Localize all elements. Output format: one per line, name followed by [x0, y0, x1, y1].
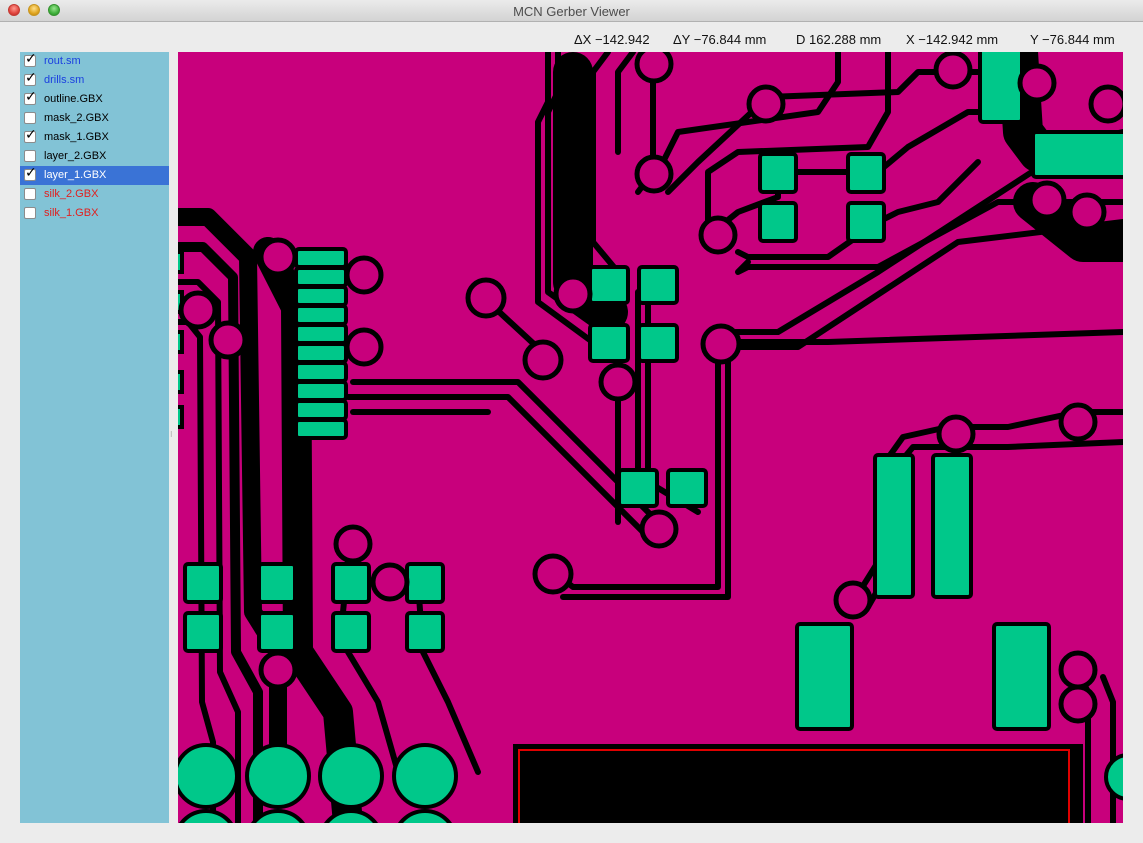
checkmark-icon: ✓ — [25, 69, 37, 85]
layer-row-outline[interactable]: ✓ outline.GBX — [20, 89, 169, 109]
layer-row-silk-2[interactable]: silk_2.GBX — [20, 185, 169, 204]
title-bar: MCN Gerber Viewer — [0, 0, 1143, 22]
layer-label: rout.sm — [44, 55, 81, 67]
coordinate-readout: ΔX −142.942 ΔY −76.844 mm D 162.288 mm X… — [0, 32, 1143, 50]
split-view-handle[interactable]: ⁝ — [170, 430, 176, 440]
layer-checkbox[interactable]: ✓ — [24, 89, 37, 105]
layer-checkbox[interactable] — [24, 112, 36, 124]
layer-checkbox[interactable] — [24, 207, 36, 219]
distance-readout: D 162.288 mm — [796, 32, 882, 47]
layer-checkbox[interactable] — [24, 150, 36, 162]
gerber-canvas[interactable] — [178, 52, 1123, 823]
layer-row-layer-2[interactable]: layer_2.GBX — [20, 147, 169, 166]
y-readout: Y −76.844 mm — [1030, 32, 1115, 47]
checkmark-icon: ✓ — [25, 50, 37, 66]
layer-row-mask-1[interactable]: ✓ mask_1.GBX — [20, 127, 169, 147]
checkmark-icon: ✓ — [25, 88, 37, 104]
layer-label: mask_1.GBX — [44, 131, 109, 143]
layer-checkbox[interactable]: ✓ — [24, 165, 37, 181]
x-readout: X −142.942 mm — [906, 32, 999, 47]
delta-y-readout: ΔY −76.844 mm — [673, 32, 767, 47]
layer-row-rout[interactable]: ✓ rout.sm — [20, 51, 169, 71]
window-title: MCN Gerber Viewer — [513, 4, 630, 19]
layer-label: silk_2.GBX — [44, 188, 99, 200]
layer-checkbox[interactable] — [24, 188, 36, 200]
layer-list: ✓ rout.sm ✓ drills.sm ✓ outline.GBX mask… — [20, 51, 169, 823]
layer-label: layer_1.GBX — [44, 169, 107, 181]
checkmark-icon: ✓ — [25, 126, 37, 142]
layer-label: layer_2.GBX — [44, 150, 107, 162]
layer-label: mask_2.GBX — [44, 112, 109, 124]
layer-label: outline.GBX — [44, 93, 103, 105]
layer-label: drills.sm — [44, 74, 85, 86]
layer-checkbox[interactable]: ✓ — [24, 127, 37, 143]
layer-row-drills[interactable]: ✓ drills.sm — [20, 70, 169, 90]
layer-label: silk_1.GBX — [44, 207, 99, 219]
checkmark-icon: ✓ — [25, 164, 37, 180]
delta-x-readout: ΔX −142.942 — [574, 32, 650, 47]
layer-row-silk-1[interactable]: silk_1.GBX — [20, 204, 169, 223]
layer-row-layer-1[interactable]: ✓ layer_1.GBX — [20, 165, 169, 185]
pcb-render — [178, 52, 1123, 823]
layer-checkbox[interactable]: ✓ — [24, 70, 37, 86]
layer-row-mask-2[interactable]: mask_2.GBX — [20, 109, 169, 128]
layer-checkbox[interactable]: ✓ — [24, 51, 37, 67]
